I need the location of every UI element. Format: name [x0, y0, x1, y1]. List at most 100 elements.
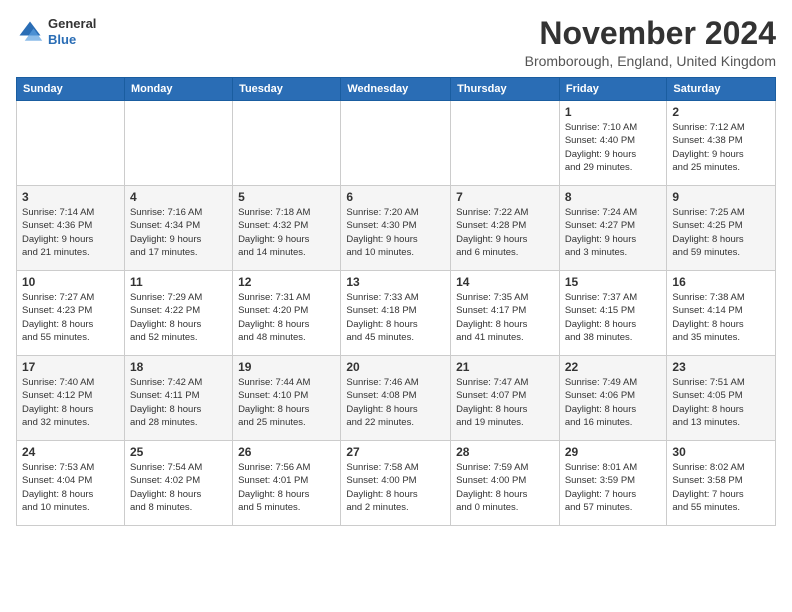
day-number: 8: [565, 190, 662, 204]
day-cell: 5 Sunrise: 7:18 AMSunset: 4:32 PMDaylight…: [233, 186, 341, 271]
day-info: Sunrise: 7:14 AMSunset: 4:36 PMDaylight:…: [22, 206, 119, 259]
day-info: Sunrise: 7:51 AMSunset: 4:05 PMDaylight:…: [672, 376, 770, 429]
day-cell: [233, 101, 341, 186]
day-cell: 21Sunrise: 7:47 AMSunset: 4:07 PMDayligh…: [451, 356, 560, 441]
day-info: Sunrise: 7:58 AMSunset: 4:00 PMDaylight:…: [346, 461, 445, 514]
day-number: 29: [565, 445, 662, 459]
header-sunday: Sunday: [17, 78, 125, 101]
day-info: Sunrise: 7:16 AMSunset: 4:34 PMDaylight:…: [130, 206, 227, 259]
day-info: Sunrise: 7:29 AMSunset: 4:22 PMDaylight:…: [130, 291, 227, 344]
week-row-0: 1 Sunrise: 7:10 AMSunset: 4:40 PMDaylight…: [17, 101, 776, 186]
day-number: 17: [22, 360, 119, 374]
page-header: General Blue November 2024 Bromborough, …: [16, 16, 776, 69]
day-info: Sunrise: 7:12 AMSunset: 4:38 PMDaylight:…: [672, 121, 770, 174]
day-cell: 20 Sunrise: 7:46 AMSunset: 4:08 PMDayligh…: [341, 356, 451, 441]
day-info: Sunrise: 7:56 AMSunset: 4:01 PMDaylight:…: [238, 461, 335, 514]
calendar-body: 1 Sunrise: 7:10 AMSunset: 4:40 PMDaylight…: [17, 101, 776, 526]
day-cell: 2 Sunrise: 7:12 AMSunset: 4:38 PMDaylight…: [667, 101, 776, 186]
day-cell: 10Sunrise: 7:27 AMSunset: 4:23 PMDayligh…: [17, 271, 125, 356]
day-info: Sunrise: 7:44 AMSunset: 4:10 PMDaylight:…: [238, 376, 335, 429]
day-info: Sunrise: 7:37 AMSunset: 4:15 PMDaylight:…: [565, 291, 662, 344]
day-cell: 29 Sunrise: 8:01 AMSunset: 3:59 PMDayligh…: [559, 441, 667, 526]
week-row-4: 24 Sunrise: 7:53 AMSunset: 4:04 PMDayligh…: [17, 441, 776, 526]
day-info: Sunrise: 7:54 AMSunset: 4:02 PMDaylight:…: [130, 461, 227, 514]
day-number: 20: [346, 360, 445, 374]
header-friday: Friday: [559, 78, 667, 101]
header-row: SundayMondayTuesdayWednesdayThursdayFrid…: [17, 78, 776, 101]
day-cell: 3 Sunrise: 7:14 AMSunset: 4:36 PMDaylight…: [17, 186, 125, 271]
day-cell: 1 Sunrise: 7:10 AMSunset: 4:40 PMDaylight…: [559, 101, 667, 186]
day-info: Sunrise: 8:01 AMSunset: 3:59 PMDaylight:…: [565, 461, 662, 514]
day-cell: 19 Sunrise: 7:44 AMSunset: 4:10 PMDayligh…: [233, 356, 341, 441]
day-cell: 4 Sunrise: 7:16 AMSunset: 4:34 PMDaylight…: [124, 186, 232, 271]
week-row-3: 17 Sunrise: 7:40 AMSunset: 4:12 PMDayligh…: [17, 356, 776, 441]
day-info: Sunrise: 7:46 AMSunset: 4:08 PMDaylight:…: [346, 376, 445, 429]
day-number: 2: [672, 105, 770, 119]
day-cell: 23 Sunrise: 7:51 AMSunset: 4:05 PMDayligh…: [667, 356, 776, 441]
day-number: 9: [672, 190, 770, 204]
day-info: Sunrise: 7:10 AMSunset: 4:40 PMDaylight:…: [565, 121, 662, 174]
header-wednesday: Wednesday: [341, 78, 451, 101]
day-info: Sunrise: 7:40 AMSunset: 4:12 PMDaylight:…: [22, 376, 119, 429]
day-cell: 18Sunrise: 7:42 AMSunset: 4:11 PMDayligh…: [124, 356, 232, 441]
day-info: Sunrise: 7:53 AMSunset: 4:04 PMDaylight:…: [22, 461, 119, 514]
day-cell: 27 Sunrise: 7:58 AMSunset: 4:00 PMDayligh…: [341, 441, 451, 526]
day-number: 1: [565, 105, 662, 119]
month-title: November 2024: [525, 16, 776, 51]
day-info: Sunrise: 7:20 AMSunset: 4:30 PMDaylight:…: [346, 206, 445, 259]
header-saturday: Saturday: [667, 78, 776, 101]
day-number: 5: [238, 190, 335, 204]
day-number: 13: [346, 275, 445, 289]
day-number: 26: [238, 445, 335, 459]
day-cell: 13 Sunrise: 7:33 AMSunset: 4:18 PMDayligh…: [341, 271, 451, 356]
logo-text: General Blue: [48, 16, 96, 47]
day-cell: [341, 101, 451, 186]
week-row-2: 10Sunrise: 7:27 AMSunset: 4:23 PMDayligh…: [17, 271, 776, 356]
day-cell: 25Sunrise: 7:54 AMSunset: 4:02 PMDayligh…: [124, 441, 232, 526]
logo: General Blue: [16, 16, 96, 47]
day-cell: [451, 101, 560, 186]
day-number: 4: [130, 190, 227, 204]
day-cell: 15Sunrise: 7:37 AMSunset: 4:15 PMDayligh…: [559, 271, 667, 356]
day-number: 16: [672, 275, 770, 289]
day-info: Sunrise: 7:47 AMSunset: 4:07 PMDaylight:…: [456, 376, 554, 429]
day-info: Sunrise: 7:18 AMSunset: 4:32 PMDaylight:…: [238, 206, 335, 259]
day-cell: 6 Sunrise: 7:20 AMSunset: 4:30 PMDaylight…: [341, 186, 451, 271]
day-cell: 28 Sunrise: 7:59 AMSunset: 4:00 PMDayligh…: [451, 441, 560, 526]
header-thursday: Thursday: [451, 78, 560, 101]
day-cell: 24 Sunrise: 7:53 AMSunset: 4:04 PMDayligh…: [17, 441, 125, 526]
day-number: 12: [238, 275, 335, 289]
day-cell: 26 Sunrise: 7:56 AMSunset: 4:01 PMDayligh…: [233, 441, 341, 526]
day-cell: 14Sunrise: 7:35 AMSunset: 4:17 PMDayligh…: [451, 271, 560, 356]
day-info: Sunrise: 8:02 AMSunset: 3:58 PMDaylight:…: [672, 461, 770, 514]
day-cell: 16 Sunrise: 7:38 AMSunset: 4:14 PMDayligh…: [667, 271, 776, 356]
day-cell: [124, 101, 232, 186]
day-number: 18: [130, 360, 227, 374]
day-number: 7: [456, 190, 554, 204]
day-number: 28: [456, 445, 554, 459]
day-number: 6: [346, 190, 445, 204]
day-cell: 7 Sunrise: 7:22 AMSunset: 4:28 PMDaylight…: [451, 186, 560, 271]
day-cell: 30Sunrise: 8:02 AMSunset: 3:58 PMDayligh…: [667, 441, 776, 526]
day-cell: 11Sunrise: 7:29 AMSunset: 4:22 PMDayligh…: [124, 271, 232, 356]
day-number: 3: [22, 190, 119, 204]
day-info: Sunrise: 7:33 AMSunset: 4:18 PMDaylight:…: [346, 291, 445, 344]
day-cell: 9Sunrise: 7:25 AMSunset: 4:25 PMDaylight…: [667, 186, 776, 271]
day-number: 19: [238, 360, 335, 374]
calendar-table: SundayMondayTuesdayWednesdayThursdayFrid…: [16, 77, 776, 526]
day-number: 10: [22, 275, 119, 289]
week-row-1: 3 Sunrise: 7:14 AMSunset: 4:36 PMDaylight…: [17, 186, 776, 271]
day-number: 23: [672, 360, 770, 374]
day-info: Sunrise: 7:22 AMSunset: 4:28 PMDaylight:…: [456, 206, 554, 259]
day-info: Sunrise: 7:31 AMSunset: 4:20 PMDaylight:…: [238, 291, 335, 344]
day-info: Sunrise: 7:38 AMSunset: 4:14 PMDaylight:…: [672, 291, 770, 344]
day-info: Sunrise: 7:59 AMSunset: 4:00 PMDaylight:…: [456, 461, 554, 514]
day-cell: 12 Sunrise: 7:31 AMSunset: 4:20 PMDayligh…: [233, 271, 341, 356]
day-number: 14: [456, 275, 554, 289]
day-cell: [17, 101, 125, 186]
day-number: 27: [346, 445, 445, 459]
day-info: Sunrise: 7:24 AMSunset: 4:27 PMDaylight:…: [565, 206, 662, 259]
day-number: 24: [22, 445, 119, 459]
day-info: Sunrise: 7:49 AMSunset: 4:06 PMDaylight:…: [565, 376, 662, 429]
title-block: November 2024 Bromborough, England, Unit…: [525, 16, 776, 69]
